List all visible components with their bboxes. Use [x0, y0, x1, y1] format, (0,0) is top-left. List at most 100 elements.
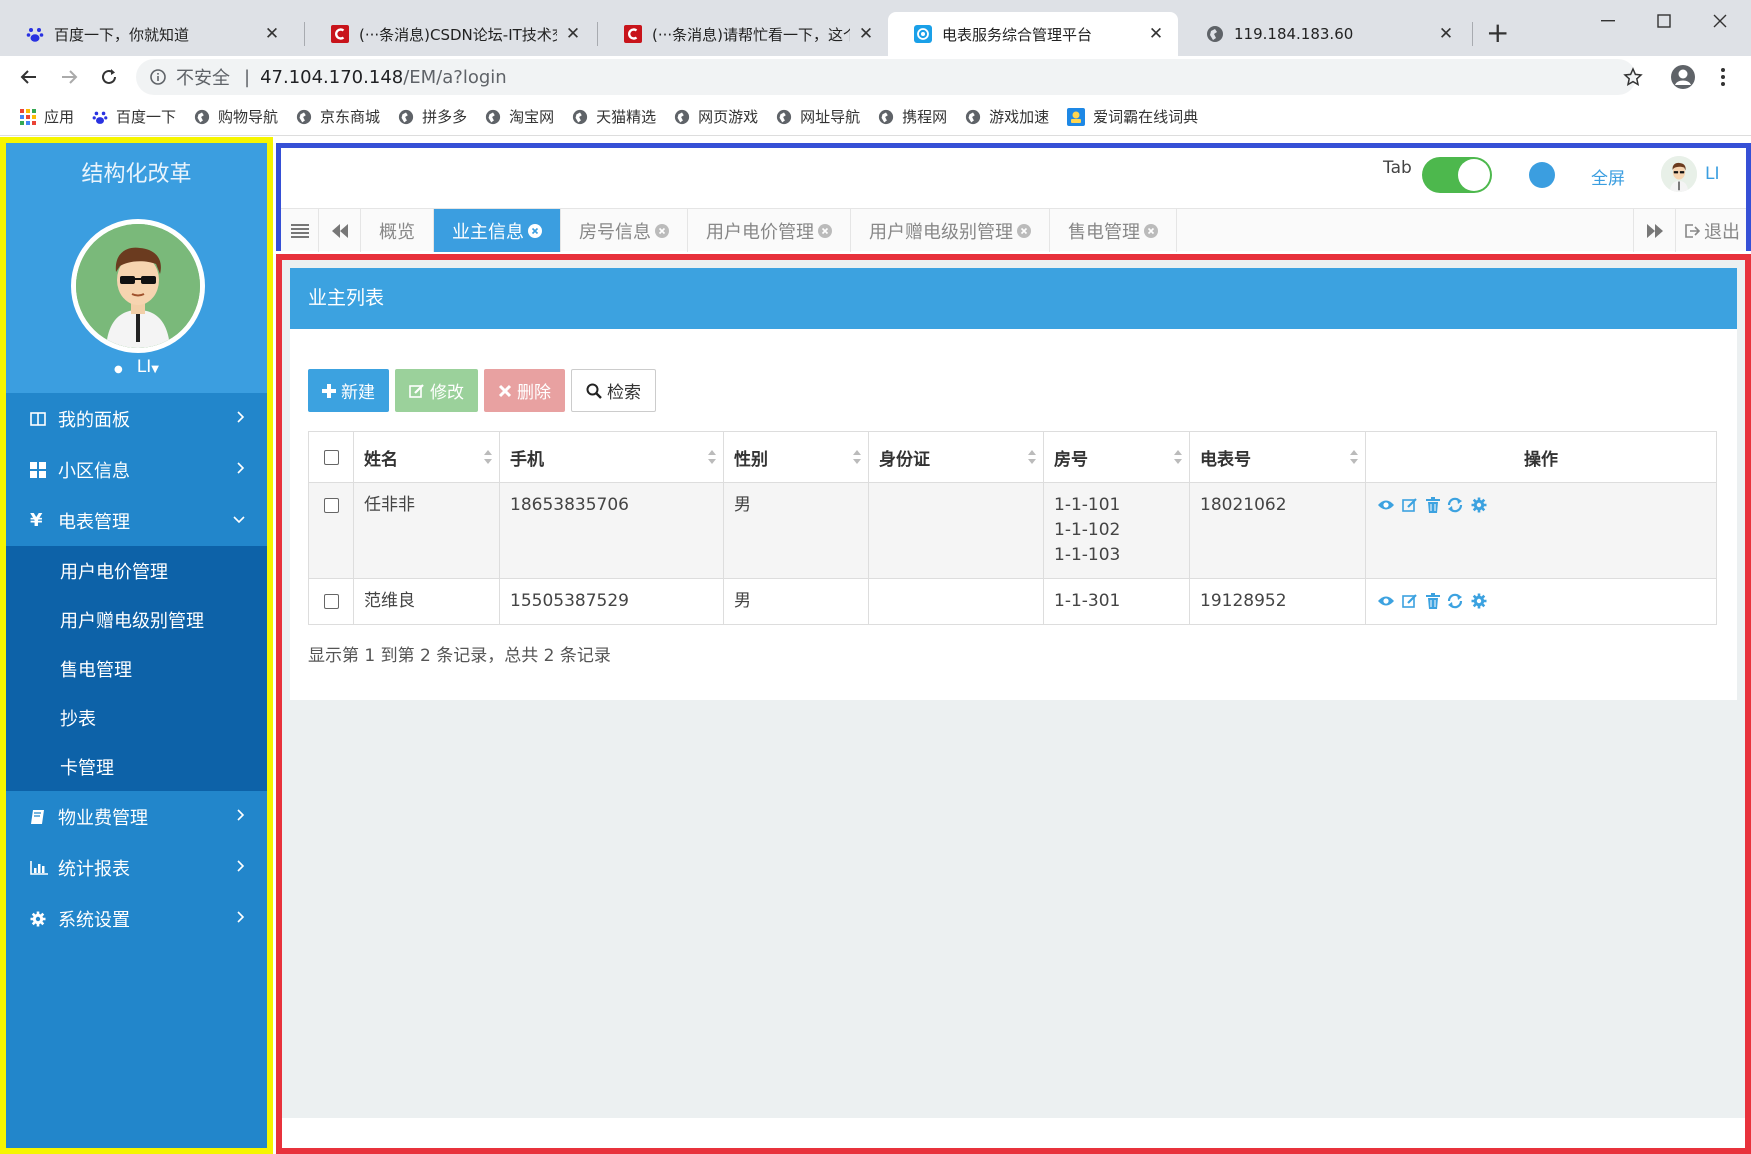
tab-user-price[interactable]: 用户电价管理 [688, 209, 851, 252]
close-icon[interactable]: ✕ [262, 24, 282, 44]
close-icon[interactable]: ✕ [563, 24, 583, 44]
profile-icon[interactable] [1668, 62, 1698, 92]
bookmark-item[interactable]: 携程网 [878, 106, 947, 127]
edit-icon[interactable] [1402, 593, 1418, 609]
scroll-tabs-right-button[interactable] [1633, 209, 1675, 252]
avatar[interactable] [1661, 156, 1697, 192]
table-row[interactable]: 任非非 18653835706 男 1-1-101 1-1-102 1-1-10… [308, 482, 1717, 579]
column-header-id-card[interactable]: 身份证 [868, 431, 1044, 483]
trash-icon[interactable] [1425, 593, 1440, 609]
browser-tab-ip[interactable]: 119.184.183.60 ✕ [1180, 12, 1468, 56]
close-icon[interactable]: ✕ [856, 24, 876, 44]
bookmark-apps[interactable]: 应用 [20, 106, 74, 127]
select-all-checkbox[interactable] [323, 449, 339, 465]
new-tab-button[interactable]: + [1486, 16, 1509, 49]
maximize-button[interactable] [1644, 6, 1684, 36]
edit-button[interactable]: 修改 [395, 369, 478, 412]
menu-property-fee[interactable]: 物业费管理 [6, 791, 267, 842]
window-close-button[interactable] [1700, 6, 1740, 36]
tab-sales[interactable]: 售电管理 [1050, 209, 1177, 252]
submenu-gift-level[interactable]: 用户赠电级别管理 [6, 595, 267, 644]
tab-label: 概览 [379, 221, 415, 243]
tab-overview[interactable]: 概览 [361, 209, 434, 252]
submenu-user-price[interactable]: 用户电价管理 [6, 546, 267, 595]
sidebar-user-menu[interactable]: ● LI▼ [6, 357, 267, 377]
menu-reports[interactable]: 统计报表 [6, 842, 267, 893]
column-header-gender[interactable]: 性别 [723, 431, 869, 483]
new-button[interactable]: 新建 [308, 369, 389, 412]
gear-icon[interactable] [1471, 497, 1487, 513]
tab-mode-toggle[interactable] [1422, 157, 1492, 193]
room-number: 1-1-102 [1054, 520, 1121, 540]
close-circle-icon[interactable] [818, 223, 832, 238]
theme-color-dot[interactable] [1529, 162, 1555, 188]
close-icon[interactable]: ✕ [1146, 24, 1166, 44]
table-row[interactable]: 范维良 15505387529 男 1-1-301 19128952 [308, 578, 1717, 625]
browser-menu-icon[interactable] [1708, 62, 1738, 92]
bookmark-star-icon[interactable] [1618, 62, 1648, 92]
sort-icon [1349, 449, 1359, 465]
bookmark-label: 淘宝网 [509, 108, 555, 126]
browser-tab-csdn-question[interactable]: (···条消息)请帮忙看一下，这个窗 ✕ [598, 12, 888, 56]
view-icon[interactable] [1377, 595, 1395, 607]
cell-gender: 男 [723, 482, 869, 579]
fullscreen-button[interactable]: 全屏 [1591, 164, 1625, 189]
row-checkbox[interactable] [323, 497, 339, 513]
bookmark-item[interactable]: 京东商城 [296, 106, 380, 127]
bookmark-item[interactable]: 淘宝网 [485, 106, 554, 127]
column-header-meter[interactable]: 电表号 [1189, 431, 1366, 483]
bookmark-item[interactable]: 游戏加速 [965, 106, 1049, 127]
bookmark-item[interactable]: 天猫精选 [572, 106, 656, 127]
close-circle-icon[interactable] [528, 223, 542, 238]
logout-button[interactable]: 退出 [1675, 209, 1746, 252]
close-circle-icon[interactable] [1017, 223, 1031, 238]
tab-room-info[interactable]: 房号信息 [561, 209, 688, 252]
submenu-card[interactable]: 卡管理 [6, 742, 267, 791]
row-checkbox[interactable] [323, 593, 339, 609]
submenu-meter-reading[interactable]: 抄表 [6, 693, 267, 742]
tab-gift-level[interactable]: 用户赠电级别管理 [851, 209, 1050, 252]
forward-button[interactable] [54, 62, 84, 92]
close-circle-icon[interactable] [1144, 223, 1158, 238]
refresh-icon[interactable] [1447, 497, 1463, 513]
menu-meter-management[interactable]: ¥ 电表管理 [6, 495, 267, 546]
edit-icon[interactable] [1402, 497, 1418, 513]
header-username[interactable]: LI [1705, 164, 1720, 184]
bookmark-item[interactable]: 网址导航 [776, 106, 860, 127]
back-button[interactable] [14, 62, 44, 92]
submenu-sales[interactable]: 售电管理 [6, 644, 267, 693]
delete-button[interactable]: 删除 [484, 369, 565, 412]
refresh-icon[interactable] [1447, 593, 1463, 609]
column-header-name[interactable]: 姓名 [353, 431, 500, 483]
menu-settings[interactable]: 系统设置 [6, 893, 267, 944]
gear-icon[interactable] [1471, 593, 1487, 609]
reload-button[interactable] [94, 62, 124, 92]
column-label: 手机 [510, 449, 544, 470]
sort-icon [852, 449, 862, 465]
room-number: 1-1-301 [1054, 591, 1121, 611]
scroll-tabs-left-button[interactable] [319, 209, 361, 252]
minimize-button[interactable] [1588, 6, 1628, 36]
trash-icon[interactable] [1425, 497, 1440, 513]
bookmark-iciba[interactable]: 爱词霸在线词典 [1067, 106, 1198, 127]
browser-tab-baidu[interactable]: 百度一下，你就知道 ✕ [0, 12, 294, 56]
menu-community[interactable]: 小区信息 [6, 444, 267, 495]
bookmark-item[interactable]: 拼多多 [398, 106, 467, 127]
browser-tab-active[interactable]: 电表服务综合管理平台 ✕ [888, 12, 1178, 56]
menu-toggle-button[interactable] [281, 209, 319, 252]
column-header-room[interactable]: 房号 [1043, 431, 1190, 483]
avatar[interactable] [71, 219, 205, 353]
bookmark-item[interactable]: 网页游戏 [674, 106, 758, 127]
view-icon[interactable] [1377, 499, 1395, 511]
bookmark-item[interactable]: 购物导航 [194, 106, 278, 127]
bookmark-baidu[interactable]: 百度一下 [92, 106, 176, 127]
menu-dashboard[interactable]: 我的面板 [6, 393, 267, 444]
tab-owner-info[interactable]: 业主信息 [434, 209, 561, 252]
url-field[interactable]: 不安全 | 47.104.170.148/EM/a?login [136, 59, 1636, 95]
close-circle-icon[interactable] [655, 223, 669, 238]
search-button[interactable]: 检索 [571, 369, 656, 412]
info-icon[interactable] [150, 69, 166, 85]
browser-tab-csdn-forum[interactable]: (···条消息)CSDN论坛-IT技术交流 ✕ [305, 12, 595, 56]
column-header-phone[interactable]: 手机 [499, 431, 724, 483]
close-icon[interactable]: ✕ [1436, 24, 1456, 44]
